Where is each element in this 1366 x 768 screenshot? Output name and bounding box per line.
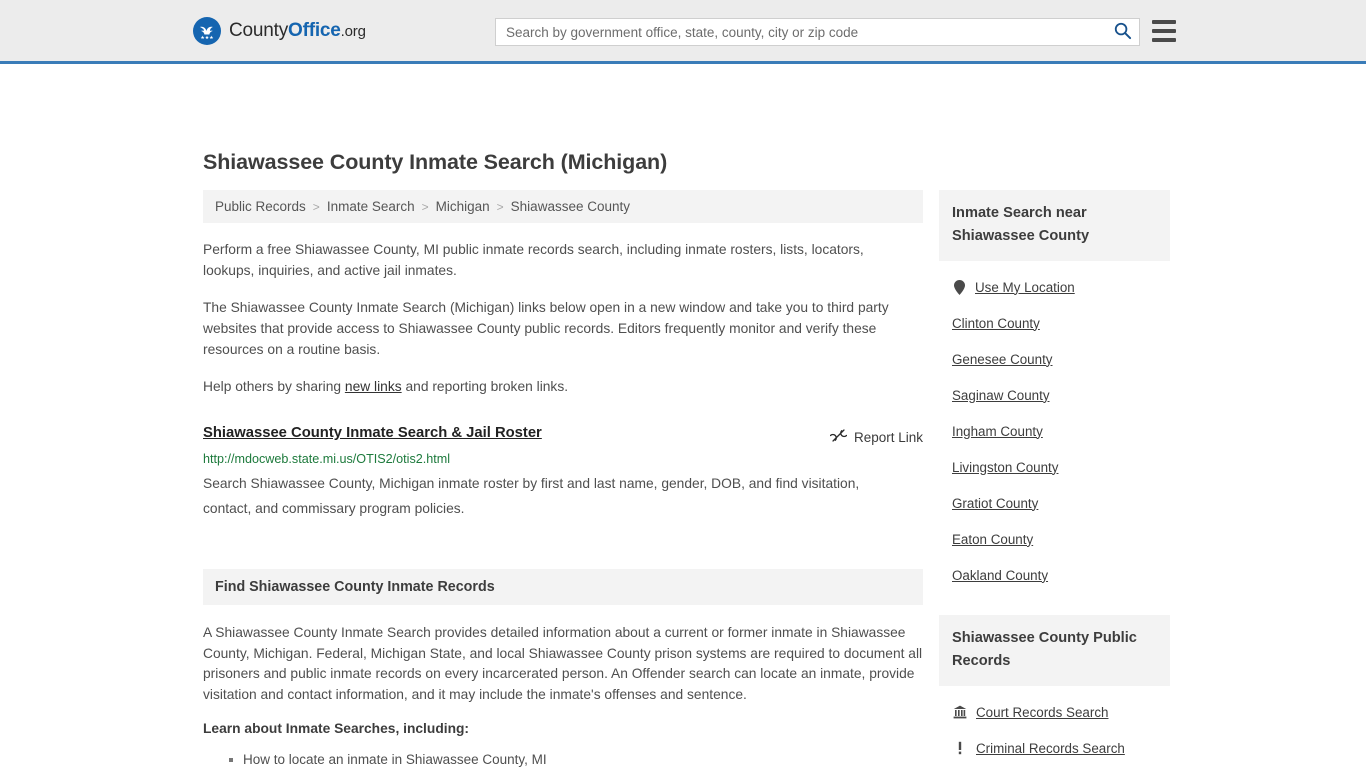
resource-link-description: Search Shiawassee County, Michigan inmat…: [203, 476, 860, 516]
brand-part-county: County: [229, 19, 289, 41]
sidebar-link-genesee-county[interactable]: Genesee County: [952, 352, 1053, 367]
sidebar-item-court-records-search[interactable]: Court Records Search: [939, 694, 1170, 730]
site-header: CountyOffice.org: [0, 0, 1366, 64]
nearby-inmate-search-panel: Inmate Search near Shiawassee County Use…: [939, 190, 1170, 593]
records-section-subheading: Learn about Inmate Searches, including:: [203, 721, 470, 736]
map-pin-icon: [952, 279, 966, 295]
sidebar-item-ingham-county[interactable]: Ingham County: [939, 413, 1170, 449]
search-bar: [495, 18, 1140, 46]
resource-link-url[interactable]: http://mdocweb.state.mi.us/OTIS2/otis2.h…: [203, 452, 923, 466]
brand-part-office: Office: [288, 19, 341, 41]
list-item: How to locate an inmate in Shiawassee Co…: [229, 750, 923, 768]
learn-about-list: How to locate an inmate in Shiawassee Co…: [203, 750, 923, 768]
sidebar-item-clinton-county[interactable]: Clinton County: [939, 305, 1170, 341]
records-section-heading: Find Shiawassee County Inmate Records: [203, 569, 923, 605]
new-links-link[interactable]: new links: [345, 379, 402, 394]
page-title: Shiawassee County Inmate Search (Michiga…: [203, 150, 668, 174]
sidebar-item-saginaw-county[interactable]: Saginaw County: [939, 377, 1170, 413]
hamburger-bar: [1152, 20, 1176, 24]
brand-wordmark: CountyOffice.org: [229, 20, 366, 42]
hamburger-bar: [1152, 29, 1176, 33]
breadcrumb-separator: >: [421, 199, 429, 214]
nearby-panel-heading: Inmate Search near Shiawassee County: [939, 190, 1170, 261]
sidebar-item-eaton-county[interactable]: Eaton County: [939, 521, 1170, 557]
sidebar-link-clinton-county[interactable]: Clinton County: [952, 316, 1040, 331]
search-button[interactable]: [1105, 19, 1139, 45]
sidebar-link-oakland-county[interactable]: Oakland County: [952, 568, 1048, 583]
eagle-shield-logo-icon: [193, 16, 221, 45]
sidebar-link-saginaw-county[interactable]: Saginaw County: [952, 388, 1050, 403]
share-text-pre: Help others by sharing: [203, 379, 345, 394]
site-logo[interactable]: CountyOffice.org: [193, 16, 366, 45]
sidebar-item-livingston-county[interactable]: Livingston County: [939, 449, 1170, 485]
sidebar: Inmate Search near Shiawassee County Use…: [939, 190, 1170, 768]
sidebar-link-gratiot-county[interactable]: Gratiot County: [952, 496, 1038, 511]
sidebar-link-criminal-records-search[interactable]: Criminal Records Search: [976, 741, 1125, 756]
intro-paragraph-3: Help others by sharing new links and rep…: [203, 376, 903, 397]
public-records-list: Court Records Search Criminal Records Se…: [939, 694, 1170, 768]
sidebar-item-gratiot-county[interactable]: Gratiot County: [939, 485, 1170, 521]
intro-paragraph-1: Perform a free Shiawassee County, MI pub…: [203, 242, 864, 278]
search-icon: [1113, 21, 1132, 43]
sidebar-item-genesee-county[interactable]: Genesee County: [939, 341, 1170, 377]
nearby-county-list: Use My Location Clinton County Genesee C…: [939, 269, 1170, 593]
sidebar-link-court-records-search[interactable]: Court Records Search: [976, 705, 1108, 720]
sidebar-item-criminal-records-search[interactable]: Criminal Records Search: [939, 730, 1170, 766]
exclamation-icon: [953, 741, 967, 755]
share-text-post: and reporting broken links.: [401, 379, 569, 394]
resource-link-block: Shiawassee County Inmate Search & Jail R…: [203, 425, 923, 521]
report-link-label: Report Link: [853, 429, 923, 445]
breadcrumb-item-inmate-search[interactable]: Inmate Search: [327, 199, 415, 214]
broken-link-icon: [829, 427, 848, 447]
sidebar-link-livingston-county[interactable]: Livingston County: [952, 460, 1058, 475]
public-records-panel: Shiawassee County Public Records Court R…: [939, 615, 1170, 768]
sidebar-link-ingham-county[interactable]: Ingham County: [952, 424, 1043, 439]
brand-part-tld: .org: [340, 22, 366, 40]
resource-link-row: Shiawassee County Inmate Search & Jail R…: [203, 425, 923, 447]
sidebar-link-use-my-location[interactable]: Use My Location: [975, 280, 1075, 295]
public-records-panel-heading: Shiawassee County Public Records: [939, 615, 1170, 686]
breadcrumb: Public Records > Inmate Search > Michiga…: [203, 190, 923, 223]
hamburger-menu-icon[interactable]: [1152, 20, 1176, 42]
breadcrumb-separator: >: [312, 199, 320, 214]
search-input[interactable]: [496, 19, 1105, 45]
breadcrumb-item-michigan[interactable]: Michigan: [436, 199, 490, 214]
sidebar-item-oakland-county[interactable]: Oakland County: [939, 557, 1170, 593]
courthouse-icon: [953, 705, 967, 719]
main-content: Public Records > Inmate Search > Michiga…: [203, 190, 923, 768]
sidebar-item-use-my-location[interactable]: Use My Location: [939, 269, 1170, 305]
breadcrumb-separator: >: [496, 199, 504, 214]
intro-paragraph-2: The Shiawassee County Inmate Search (Mic…: [203, 300, 889, 357]
sidebar-link-eaton-county[interactable]: Eaton County: [952, 532, 1033, 547]
resource-link-title[interactable]: Shiawassee County Inmate Search & Jail R…: [203, 425, 542, 441]
breadcrumb-item-public-records[interactable]: Public Records: [215, 199, 306, 214]
breadcrumb-item-shiawassee-county: Shiawassee County: [510, 199, 630, 214]
records-section-body: A Shiawassee County Inmate Search provid…: [203, 625, 923, 702]
hamburger-bar: [1152, 38, 1176, 42]
report-link-button[interactable]: Report Link: [829, 427, 923, 447]
